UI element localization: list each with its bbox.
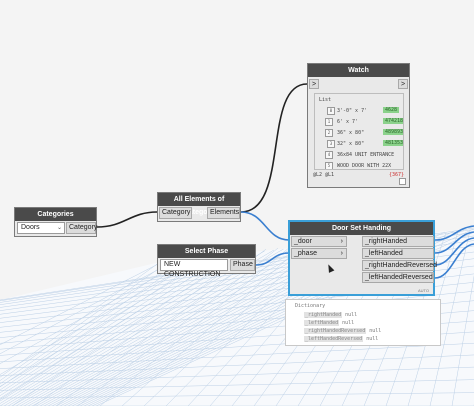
port-arrow-icon: › <box>340 250 343 257</box>
list-index: 3 <box>327 140 335 148</box>
input-port-phase[interactable]: _phase › <box>291 248 347 259</box>
element-id-link[interactable]: 4628 <box>383 107 400 113</box>
all-elements-node[interactable]: All Elements of Category Category Elemen… <box>157 192 241 222</box>
dropdown-value: NEW CONSTRUCTION <box>164 261 221 278</box>
dictionary-value: null <box>339 320 355 326</box>
list-value: 36" x 80" <box>337 130 365 136</box>
phase-dropdown[interactable]: NEW CONSTRUCTION <box>160 259 228 278</box>
door-set-handing-node[interactable]: Door Set Handing _door › _phase › _right… <box>288 220 437 296</box>
element-id-link[interactable]: 474218 <box>383 118 403 124</box>
select-phase-node[interactable]: Select Phase NEW CONSTRUCTION Phase <box>157 244 256 278</box>
dictionary-value: null <box>366 328 382 334</box>
list-index: 0 <box>327 107 335 115</box>
list-index: 5 <box>325 162 333 169</box>
port-arrow-icon: › <box>340 238 343 245</box>
categories-node[interactable]: Categories Doors ⌄ Category <box>14 207 97 237</box>
watch-list-item: 2 36" x 80" 489893 <box>315 128 403 137</box>
list-index: 1 <box>325 118 333 126</box>
dictionary-value: null <box>342 312 358 318</box>
output-port-right-handed[interactable]: _rightHanded <box>362 236 434 247</box>
output-port-left-handed[interactable]: _leftHanded <box>362 248 434 259</box>
watch-list-item: 4 36x84 UNIT ENTRANCE <box>315 150 403 159</box>
output-port-elements[interactable]: Elements <box>207 207 240 219</box>
input-port-category[interactable]: Category <box>159 207 192 219</box>
output-preview-tooltip: Dictionary _rightHanded null _leftHanded … <box>285 299 441 346</box>
watch-node[interactable]: Watch > > List 0 3'-0" x 7' 4628 1 6' x 7' 47… <box>307 63 410 188</box>
list-value: 36x84 UNIT ENTRANCE <box>337 152 395 158</box>
output-port-left-handed-reversed[interactable]: _leftHandedReversed <box>362 272 434 283</box>
node-title: Door Set Handing <box>290 222 433 235</box>
dictionary-key: _leftHandedReversed <box>304 336 364 342</box>
element-id-link[interactable]: 489893 <box>383 129 403 135</box>
watch-list-item: 0 3'-0" x 7' 4628 <box>315 106 403 115</box>
tooltip-row: _rightHanded null <box>304 312 357 318</box>
output-port-category[interactable]: Category <box>66 222 97 234</box>
output-port-phase[interactable]: Phase <box>230 259 255 271</box>
chevron-down-icon[interactable]: ⌄ <box>57 223 62 233</box>
element-id-link[interactable]: 481353 <box>383 140 403 146</box>
list-index: 4 <box>325 151 333 159</box>
resize-grip-icon[interactable] <box>399 178 406 185</box>
watch-footer-levels: @L2 @L1 <box>313 172 335 178</box>
tooltip-row: _leftHanded null <box>304 320 354 326</box>
dictionary-key: _rightHandedReversed <box>304 328 367 334</box>
dropdown-value: Doors <box>21 224 40 231</box>
node-title: Select Phase <box>158 245 255 258</box>
dictionary-key: _rightHanded <box>304 312 343 318</box>
tooltip-header: Dictionary <box>295 303 326 309</box>
output-port-right-handed-reversed[interactable]: _rightHandedReversed <box>362 260 437 271</box>
dictionary-value: null <box>363 336 379 342</box>
node-title: All Elements of Category <box>158 193 240 216</box>
watch-output-panel[interactable]: List 0 3'-0" x 7' 4628 1 6' x 7' 474218 2 36" x… <box>314 93 404 170</box>
watch-input-port[interactable]: > <box>309 79 319 89</box>
tooltip-row: _leftHandedReversed null <box>304 336 378 342</box>
dictionary-key: _leftHanded <box>304 320 340 326</box>
list-value: 32" x 80" <box>337 141 365 147</box>
watch-output-port[interactable]: > <box>398 79 408 89</box>
tooltip-row: _rightHandedReversed null <box>304 328 381 334</box>
watch-list-item: 1 6' x 7' 474218 <box>315 117 403 126</box>
category-dropdown[interactable]: Doors ⌄ <box>17 222 65 234</box>
list-value: WOOD DOOR WITH 22X <box>337 163 392 169</box>
mouse-cursor-icon <box>325 263 335 273</box>
list-value: 6' x 7' <box>337 119 359 125</box>
lacing-label: AUTO <box>417 288 429 293</box>
input-port-door[interactable]: _door › <box>291 236 347 247</box>
list-label: List <box>319 97 332 103</box>
node-title: Categories <box>15 208 96 221</box>
watch-list-item: 5 WOOD DOOR WITH 22X <box>315 161 403 169</box>
node-title: Watch <box>308 64 409 77</box>
list-index: 2 <box>325 129 333 137</box>
list-value: 3'-0" x 7' <box>337 108 368 114</box>
watch-list-item: 3 32" x 80" 481353 <box>315 139 403 148</box>
